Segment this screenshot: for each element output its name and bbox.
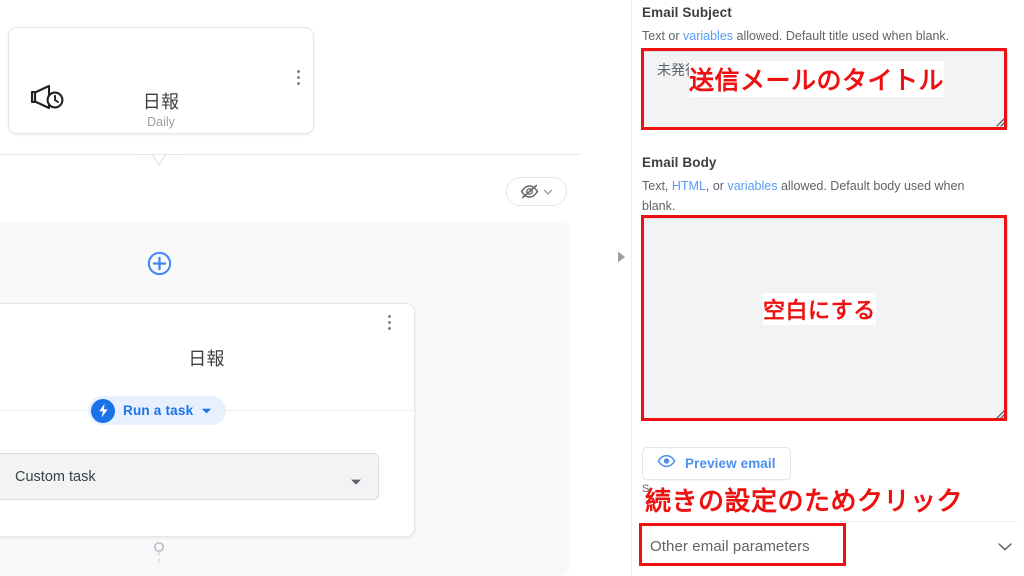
- task-type-select[interactable]: Custom task: [0, 453, 379, 500]
- email-body-help: Text, HTML, or variables allowed. Defaul…: [642, 176, 978, 217]
- variables-link[interactable]: variables: [727, 179, 777, 193]
- annotation-label-body: 空白にする: [763, 293, 876, 325]
- chevron-down-icon: [997, 539, 1013, 557]
- resize-grip-icon[interactable]: [993, 407, 1005, 419]
- variables-link[interactable]: variables: [683, 29, 733, 43]
- trigger-node-title: 日報: [142, 92, 180, 112]
- action-node-title: 日報: [188, 349, 225, 369]
- email-subject-label: Email Subject: [642, 5, 732, 20]
- node-output-connector-icon[interactable]: [152, 541, 166, 567]
- triangle-right-icon[interactable]: [615, 249, 627, 265]
- resize-grip-icon[interactable]: [993, 115, 1005, 127]
- section-notch-icon: [134, 154, 184, 170]
- eye-icon: [657, 454, 676, 473]
- email-body-label: Email Body: [642, 155, 717, 170]
- html-link[interactable]: HTML: [672, 179, 706, 193]
- other-email-parameters-row[interactable]: Other email parameters: [643, 527, 1019, 565]
- preview-email-label: Preview email: [685, 456, 776, 471]
- eye-slash-icon: [520, 184, 539, 199]
- section-divider: [0, 154, 581, 155]
- annotation-label-params: 続きの設定のためクリック: [645, 487, 964, 517]
- kebab-menu-icon[interactable]: [290, 70, 306, 88]
- visibility-toggle-pill[interactable]: [506, 177, 567, 206]
- app-root: 日報 Daily 日報 Run a task Custom task Email…: [0, 0, 1024, 576]
- bolt-icon: [91, 398, 115, 423]
- email-subject-help-prefix: Text or: [642, 29, 683, 43]
- plus-circle-icon[interactable]: [147, 251, 172, 276]
- chevron-down-icon: [542, 186, 554, 198]
- task-type-select-value: Custom task: [15, 468, 96, 485]
- run-a-task-chip[interactable]: Run a task: [88, 396, 227, 425]
- email-subject-help: Text or variables allowed. Default title…: [642, 26, 978, 46]
- trigger-node-subtitle: Daily: [147, 115, 175, 129]
- other-email-parameters-label: Other email parameters: [650, 537, 810, 555]
- panel-splitter: [598, 0, 634, 576]
- trigger-node-card[interactable]: 日報 Daily: [8, 27, 314, 134]
- preview-email-button[interactable]: Preview email: [642, 447, 791, 480]
- email-body-help-prefix: Text,: [642, 179, 672, 193]
- section-rule: [641, 521, 1017, 522]
- caret-down-icon: [350, 473, 362, 491]
- run-a-task-label: Run a task: [123, 403, 194, 418]
- email-subject-help-suffix: allowed. Default title used when blank.: [733, 29, 950, 43]
- annotation-label-subject: 送信メールのタイトル: [689, 61, 945, 97]
- kebab-menu-icon[interactable]: [381, 315, 397, 333]
- workflow-canvas[interactable]: 日報 Daily 日報 Run a task Custom task: [0, 0, 598, 576]
- email-body-help-mid: , or: [705, 179, 728, 193]
- caret-down-icon: [201, 402, 212, 420]
